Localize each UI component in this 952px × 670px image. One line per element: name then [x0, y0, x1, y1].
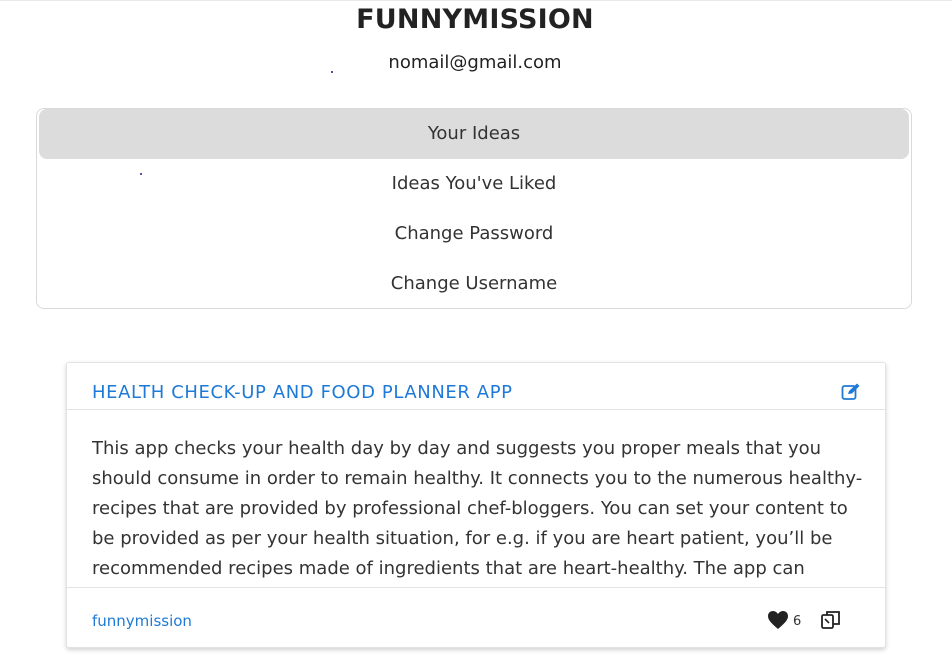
- menu-item-change-password[interactable]: Change Password: [39, 209, 909, 259]
- author-link[interactable]: funnymission: [92, 612, 192, 630]
- edit-icon[interactable]: [841, 383, 861, 401]
- idea-description: This app checks your health day by day a…: [92, 438, 863, 579]
- stray-dot: [331, 71, 333, 73]
- menu-item-change-username[interactable]: Change Username: [39, 259, 909, 309]
- brand-title: FUNNYMISSION: [356, 4, 594, 35]
- profile-menu: Your Ideas Ideas You've Liked Change Pas…: [36, 108, 912, 309]
- menu-item-ideas-liked[interactable]: Ideas You've Liked: [39, 159, 909, 209]
- copy-icon[interactable]: [820, 609, 842, 631]
- idea-card: HEALTH CHECK-UP AND FOOD PLANNER APP Thi…: [66, 362, 886, 648]
- idea-card-header: HEALTH CHECK-UP AND FOOD PLANNER APP: [67, 363, 885, 410]
- user-email: nomail@gmail.com: [388, 52, 562, 73]
- heart-icon[interactable]: [767, 610, 789, 630]
- menu-item-your-ideas[interactable]: Your Ideas: [39, 109, 909, 159]
- profile-page: FUNNYMISSION nomail@gmail.com Your Ideas…: [0, 0, 952, 670]
- top-divider: [0, 0, 952, 1]
- idea-title[interactable]: HEALTH CHECK-UP AND FOOD PLANNER APP: [92, 382, 513, 403]
- like-count: 6: [793, 614, 802, 629]
- idea-card-footer: funnymission 6: [67, 587, 885, 648]
